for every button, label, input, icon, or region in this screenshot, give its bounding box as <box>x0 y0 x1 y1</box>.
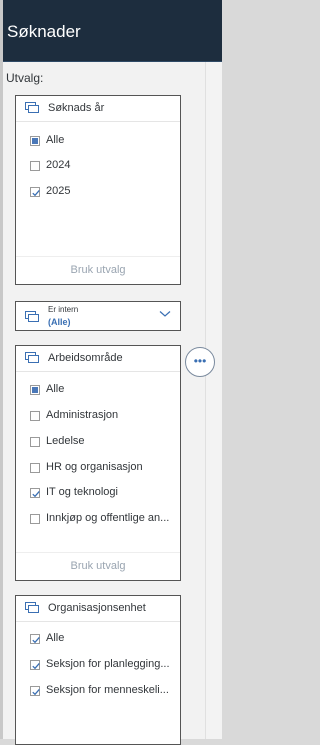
card-footer: Bruk utvalg <box>16 256 180 284</box>
partial-checkbox-icon[interactable] <box>30 385 40 395</box>
checkbox-checked-icon[interactable] <box>30 660 40 670</box>
filter-card-icon <box>25 311 39 322</box>
card-footer: Bruk utvalg <box>16 552 180 580</box>
filter-option-label: Alle <box>46 632 65 644</box>
checkbox-icon[interactable] <box>30 463 40 473</box>
more-options-button[interactable]: ••• <box>185 347 215 377</box>
checkbox-icon[interactable] <box>30 411 40 421</box>
dropdown-value: (Alle) <box>48 317 71 327</box>
more-icon: ••• <box>193 354 207 368</box>
checkbox-icon[interactable] <box>30 514 40 524</box>
dropdown-label: Er intern <box>48 305 79 314</box>
app-header: Søknader <box>3 0 222 62</box>
filter-option-label: 2025 <box>46 185 71 197</box>
filter-dropdown-erintern[interactable]: Er intern (Alle) <box>15 301 181 331</box>
filter-option-label: Seksjon for planlegging... <box>46 658 170 670</box>
filter-card-icon <box>25 602 39 613</box>
filter-card-title: Arbeidsområde <box>48 352 123 364</box>
filter-option-label: Seksjon for menneskeli... <box>46 684 169 696</box>
page-title: Søknader <box>7 22 81 41</box>
filter-card-title: Organisasjonsenhet <box>48 602 146 614</box>
filter-card-header: Arbeidsområde <box>16 346 180 372</box>
filter-card-header: Organisasjonsenhet <box>16 596 180 622</box>
filter-option-label: IT og teknologi <box>46 486 118 498</box>
filter-option-label: Alle <box>46 134 65 146</box>
canvas-area <box>205 62 222 739</box>
filter-card-icon <box>25 352 39 363</box>
apply-selection-button[interactable]: Bruk utvalg <box>16 560 180 572</box>
checkbox-icon[interactable] <box>30 161 40 171</box>
filter-option-label: Innkjøp og offentlige an... <box>46 512 170 524</box>
checkbox-checked-icon[interactable] <box>30 187 40 197</box>
filter-option-label: HR og organisasjon <box>46 461 143 473</box>
checkbox-checked-icon[interactable] <box>30 634 40 644</box>
filter-card-icon <box>25 102 39 113</box>
selection-label: Utvalg: <box>6 71 44 85</box>
filter-option-label: 2024 <box>46 159 71 171</box>
filter-card-header: Søknads år <box>16 96 180 122</box>
filter-card-soknadsar: Søknads år Alle 2024 2025 Bruk utvalg <box>15 95 181 285</box>
filter-option-label: Ledelse <box>46 435 85 447</box>
apply-selection-button[interactable]: Bruk utvalg <box>16 264 180 276</box>
filter-card-title: Søknads år <box>48 102 105 114</box>
chevron-down-icon[interactable] <box>159 310 171 318</box>
checkbox-checked-icon[interactable] <box>30 488 40 498</box>
partial-checkbox-icon[interactable] <box>30 136 40 146</box>
filter-option-label: Alle <box>46 383 65 395</box>
checkbox-icon[interactable] <box>30 437 40 447</box>
checkbox-checked-icon[interactable] <box>30 686 40 696</box>
filter-option-label: Administrasjon <box>46 409 119 421</box>
filter-panel: Utvalg: Søknads år Alle 2024 2025 Bruk u… <box>3 62 205 745</box>
filter-card-organisasjonsenhet: Organisasjonsenhet Alle Seksjon for plan… <box>15 595 181 745</box>
filter-card-arbeidsomrade: Arbeidsområde Alle Administrasjon Ledels… <box>15 345 181 581</box>
